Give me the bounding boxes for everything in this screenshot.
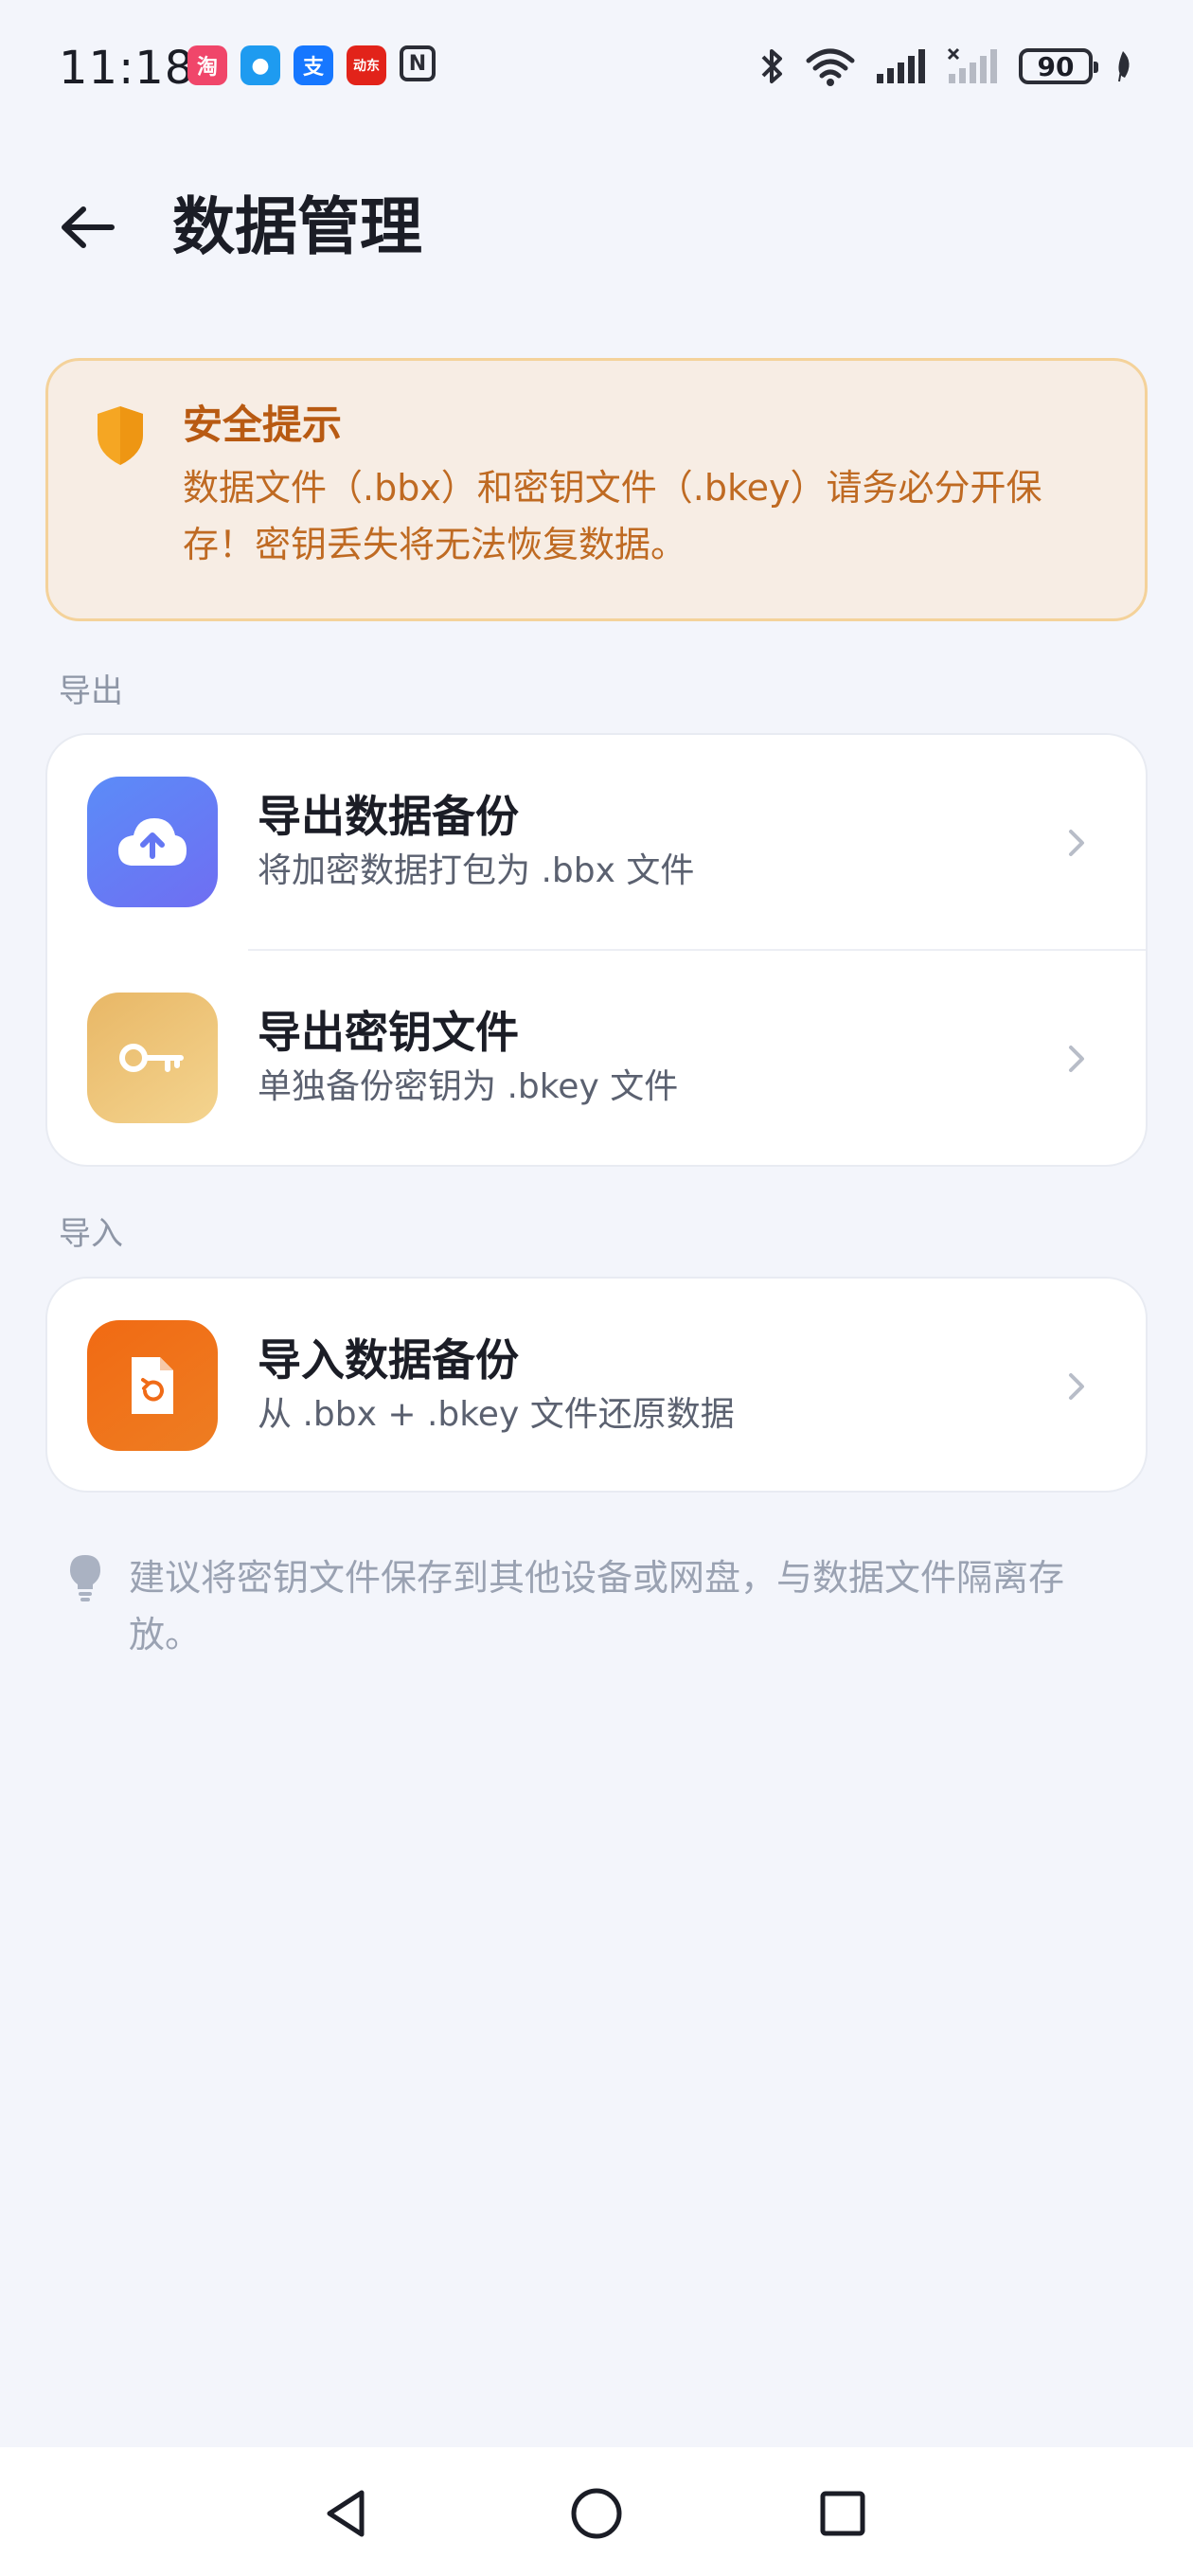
back-triangle-icon [327, 2490, 365, 2537]
key-icon [119, 1044, 184, 1072]
back-button[interactable] [49, 189, 125, 265]
status-bar: 11:18 淘 ● 支 动东 N 90 [0, 0, 1193, 133]
export-key-icon-tile [87, 993, 218, 1123]
battery-indicator: 90 [1019, 48, 1098, 84]
home-circle-icon [571, 2488, 622, 2539]
import-card: 导入数据备份 从 .bbx + .bkey 文件还原数据 [45, 1277, 1148, 1493]
notice-title: 安全提示 [183, 402, 343, 448]
shield-icon [98, 406, 143, 465]
system-status-icons: 90 [759, 45, 1134, 87]
file-restore-icon [132, 1357, 173, 1414]
recents-square-icon [820, 2491, 865, 2536]
nav-back-button[interactable] [309, 2476, 384, 2551]
section-label-import: 导入 [59, 1215, 123, 1253]
chevron-right-icon [1069, 830, 1084, 856]
tip-text: 建议将密钥文件保存到其他设备或网盘，与数据文件隔离存放。 [129, 1557, 1065, 1655]
back-arrow-icon [62, 206, 115, 248]
notice-body: 数据文件（.bbx）和密钥文件（.bkey）请务必分开保存！密钥丢失将无法恢复数… [183, 467, 1042, 565]
row-subtitle: 从 .bbx + .bkey 文件还原数据 [258, 1395, 735, 1434]
bluetooth-icon [761, 49, 782, 83]
chevron-right-icon [1069, 1373, 1084, 1400]
row-title: 导出数据备份 [258, 791, 519, 842]
row-title: 导出密钥文件 [258, 1007, 519, 1058]
messages-app-icon: ● [240, 45, 280, 85]
game-app-icon: 淘 [187, 45, 227, 85]
system-navigation-bar [0, 2447, 1193, 2576]
chevron-right-icon [1069, 1046, 1084, 1072]
export-data-icon-tile [87, 777, 218, 907]
row-subtitle: 将加密数据打包为 .bbx 文件 [258, 851, 695, 890]
nav-recents-button[interactable] [805, 2476, 881, 2551]
security-notice-card: 安全提示 数据文件（.bbx）和密钥文件（.bkey）请务必分开保存！密钥丢失将… [45, 358, 1148, 621]
section-label-export: 导出 [59, 672, 123, 710]
export-card: 导出数据备份 将加密数据打包为 .bbx 文件 导出密钥文件 单独备份密钥为 .… [45, 733, 1148, 1167]
app-header: 数据管理 [0, 161, 1193, 284]
notification-icons: 淘 ● 支 动东 N [187, 45, 436, 85]
status-time: 11:18 [59, 42, 195, 95]
row-title: 导入数据备份 [258, 1334, 519, 1386]
alipay-app-icon: 支 [294, 45, 333, 85]
jd-app-icon: 动东 [347, 45, 386, 85]
wifi-icon [806, 48, 855, 86]
export-key-file-row[interactable]: 导出密钥文件 单独备份密钥为 .bkey 文件 [47, 951, 1146, 1165]
lightbulb-icon [70, 1555, 100, 1601]
export-data-backup-row[interactable]: 导出数据备份 将加密数据打包为 .bbx 文件 [47, 735, 1146, 951]
signal-icon [877, 49, 925, 83]
leaf-icon [1118, 51, 1130, 82]
page-title: 数据管理 [172, 190, 422, 263]
nfc-icon: N [400, 45, 436, 81]
import-data-icon-tile [87, 1320, 218, 1451]
nav-home-button[interactable] [559, 2476, 634, 2551]
row-subtitle: 单独备份密钥为 .bkey 文件 [258, 1067, 679, 1106]
import-data-backup-row[interactable]: 导入数据备份 从 .bbx + .bkey 文件还原数据 [47, 1279, 1146, 1491]
cloud-upload-icon [118, 818, 187, 866]
signal-no-sim-icon [947, 47, 997, 83]
